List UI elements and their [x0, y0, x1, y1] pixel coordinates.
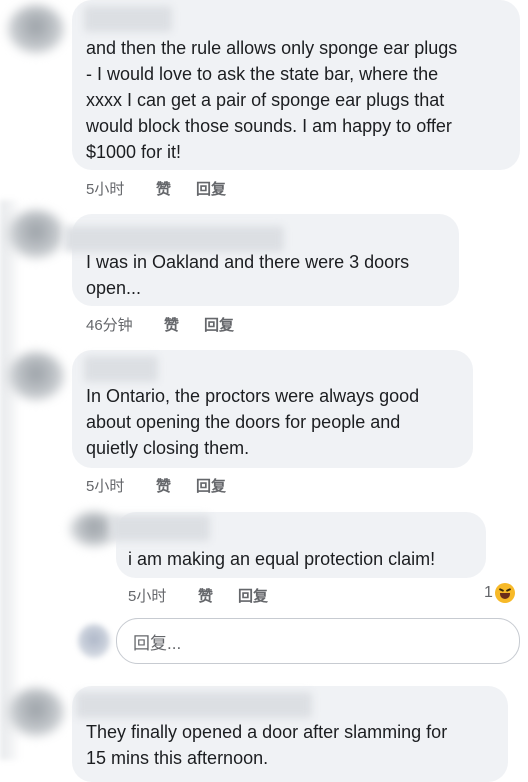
like-button[interactable]: 赞 [156, 178, 196, 199]
like-button[interactable]: 赞 [156, 475, 196, 496]
comment-text: In Ontario, the proctors were always goo… [86, 386, 420, 458]
timestamp[interactable]: 5小时 [86, 178, 156, 199]
reaction-summary[interactable]: 1 [484, 583, 515, 603]
reply-placeholder: 回复... [133, 633, 182, 653]
timestamp[interactable]: 46分钟 [86, 314, 164, 335]
reply-button[interactable]: 回复 [196, 475, 226, 496]
comment-text: i am making an equal protection claim! [128, 549, 436, 569]
avatar[interactable] [8, 352, 64, 400]
author-name[interactable] [76, 692, 312, 718]
comment-text: and then the rule allows only sponge ear… [86, 38, 458, 162]
timestamp[interactable]: 5小时 [128, 585, 198, 606]
author-name[interactable] [84, 356, 158, 382]
comment-text: They finally opened a door after slammin… [86, 722, 448, 768]
comment-actions: 5小时 赞 回复 [86, 178, 226, 199]
avatar[interactable] [8, 5, 64, 53]
timestamp[interactable]: 5小时 [86, 475, 156, 496]
author-name[interactable] [110, 515, 210, 541]
author-name[interactable] [84, 6, 172, 32]
reaction-count: 1 [484, 584, 493, 601]
avatar [78, 624, 110, 658]
reply-button[interactable]: 回复 [238, 585, 268, 606]
reply-button[interactable]: 回复 [204, 314, 234, 335]
comment-actions: 5小时 赞 回复 [128, 585, 268, 606]
laughing-emoji-icon [494, 583, 515, 603]
like-button[interactable]: 赞 [164, 314, 204, 335]
avatar[interactable] [8, 210, 64, 258]
comment-text: I was in Oakland and there were 3 doors … [86, 252, 410, 298]
comment-actions: 46分钟 赞 回复 [86, 314, 234, 335]
avatar[interactable] [8, 688, 64, 736]
like-button[interactable]: 赞 [198, 585, 238, 606]
reply-input[interactable]: 回复... [116, 618, 520, 664]
comment-actions: 5小时 赞 回复 [86, 475, 226, 496]
thread-line [0, 200, 20, 760]
reply-button[interactable]: 回复 [196, 178, 226, 199]
